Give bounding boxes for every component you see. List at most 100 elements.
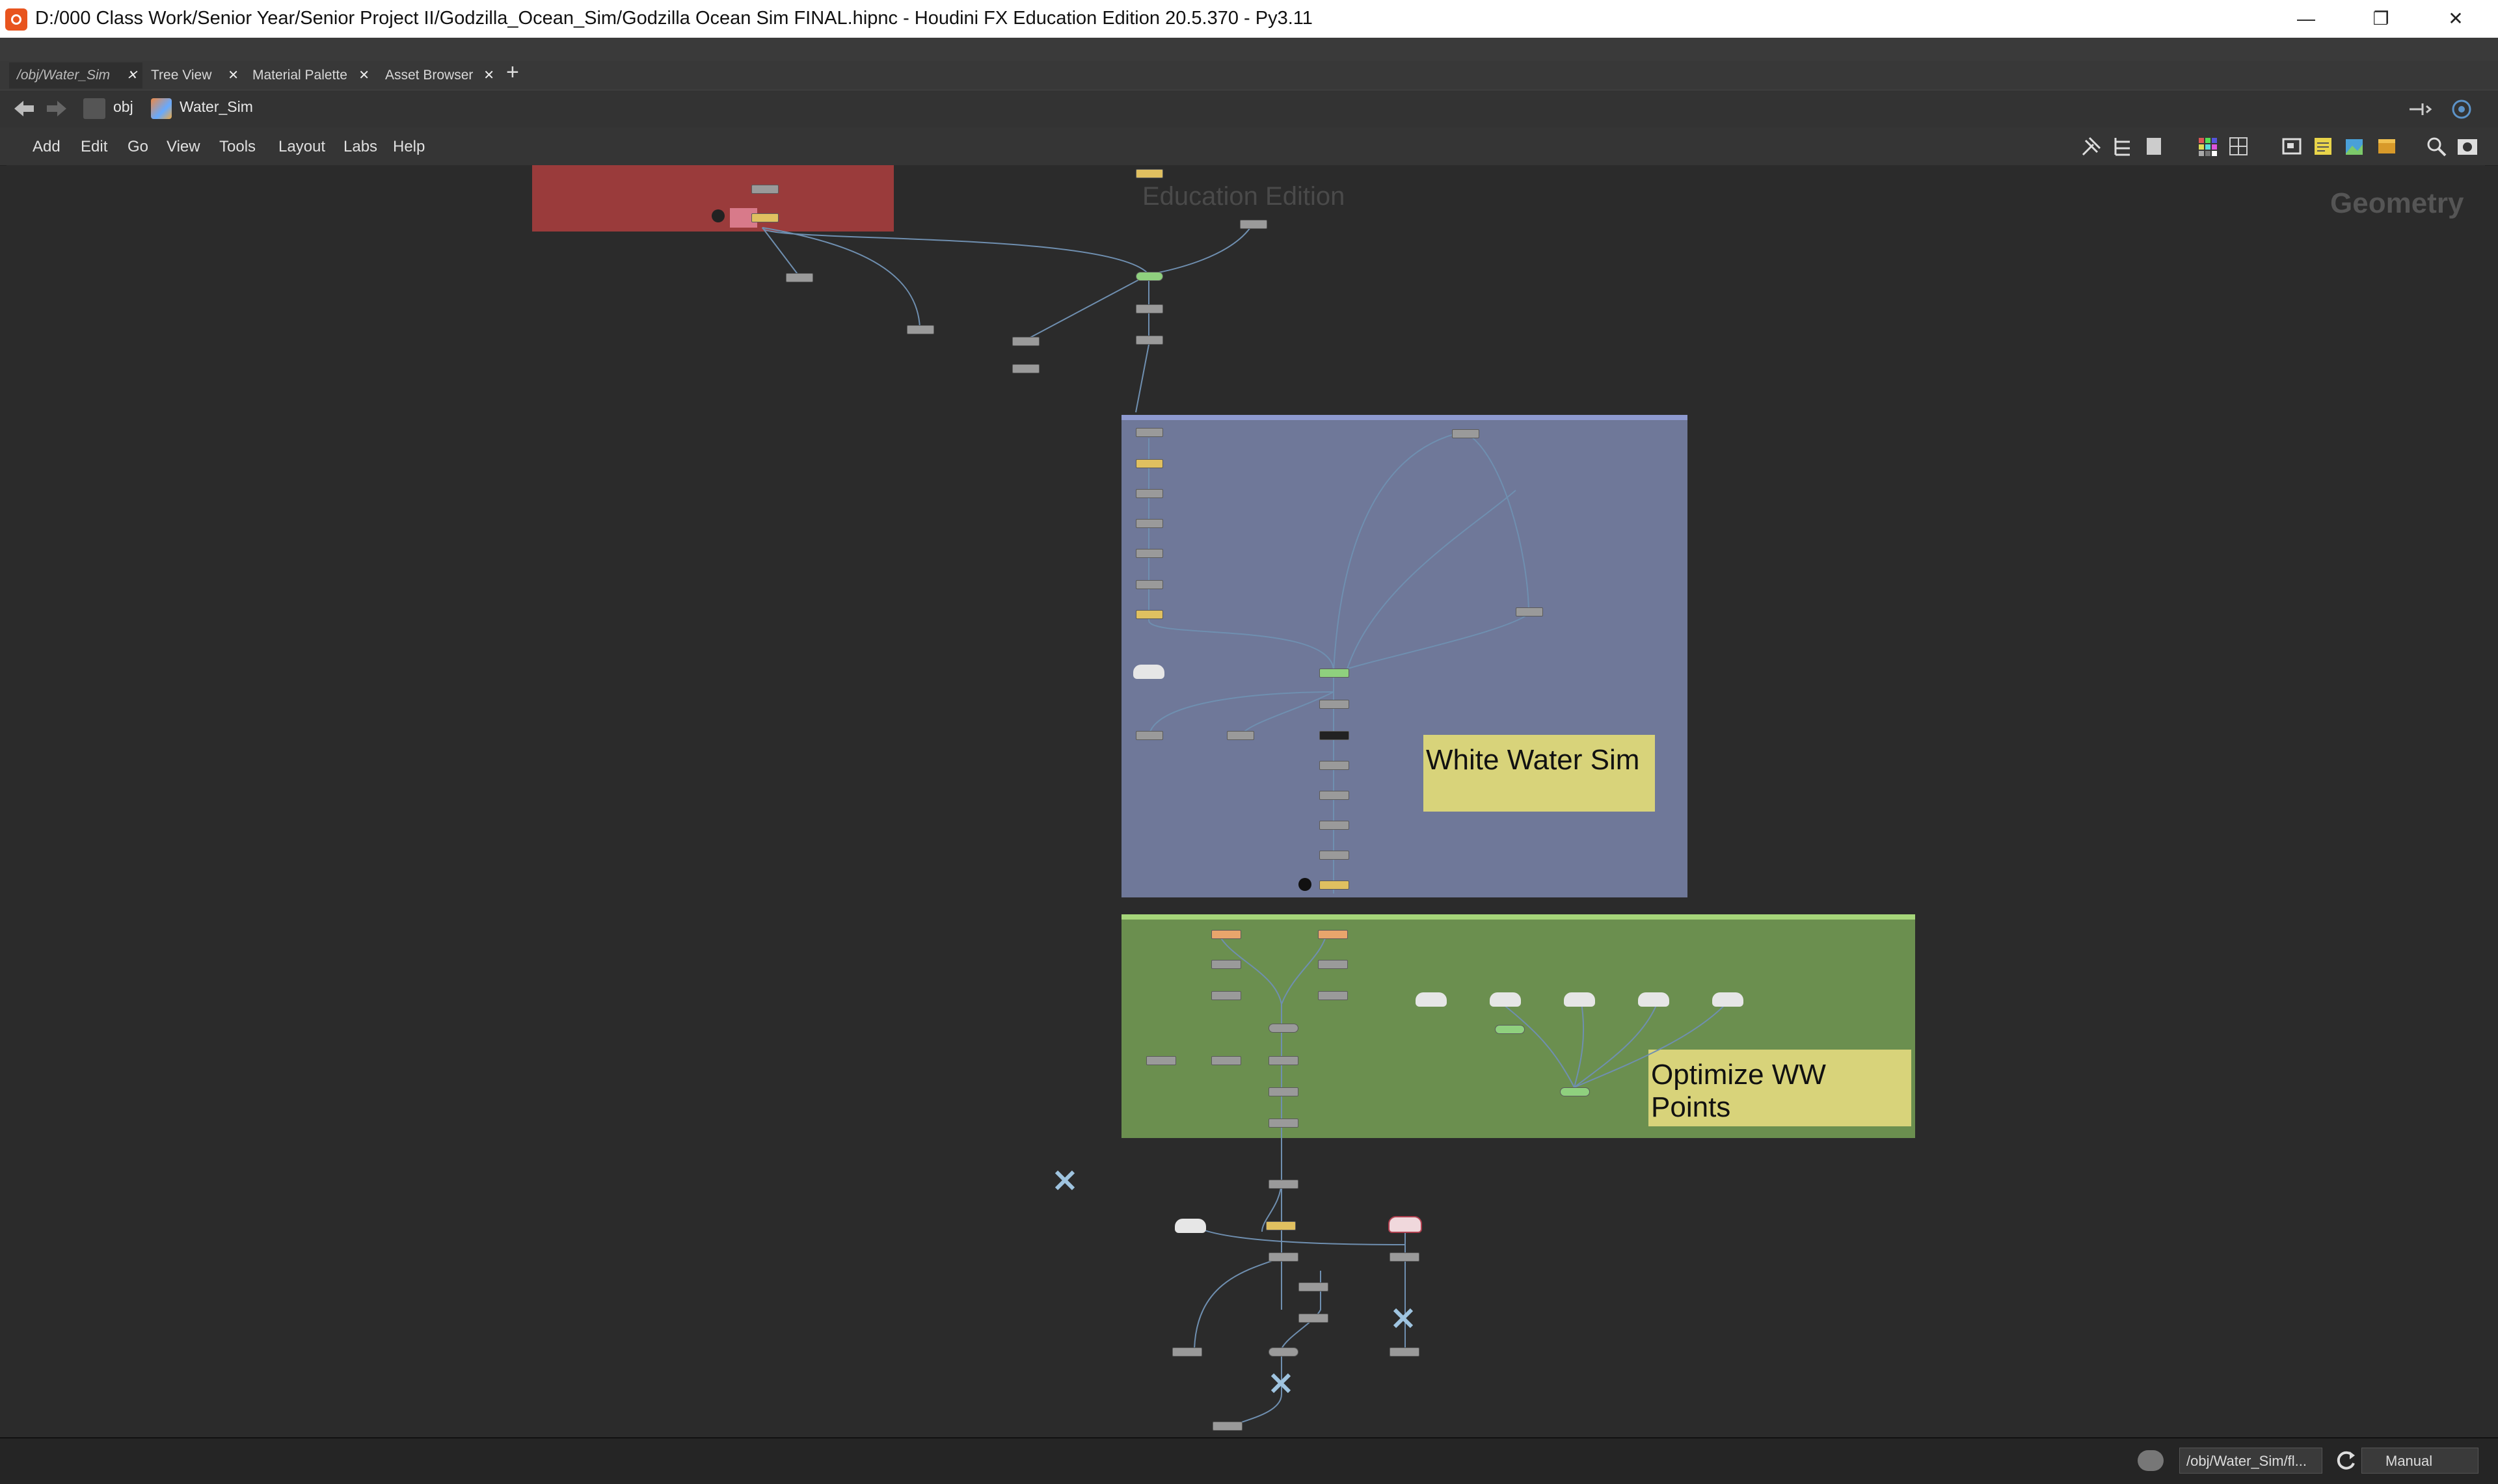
- add-tab-button[interactable]: +: [506, 60, 519, 85]
- network-node[interactable]: [1319, 851, 1349, 860]
- background-image-icon[interactable]: [2343, 135, 2365, 157]
- network-node[interactable]: [1136, 489, 1163, 498]
- network-node[interactable]: [751, 213, 779, 222]
- pin-icon[interactable]: [2407, 99, 2433, 119]
- tab-tree-view[interactable]: Tree View ✕: [143, 62, 244, 88]
- network-node[interactable]: [1319, 881, 1349, 890]
- tree-layout-icon[interactable]: [2112, 135, 2134, 157]
- network-node[interactable]: [1319, 700, 1349, 709]
- network-node[interactable]: [1390, 1347, 1419, 1357]
- maximize-button[interactable]: ❐: [2345, 0, 2417, 38]
- refresh-icon[interactable]: [2334, 1449, 2357, 1472]
- minimize-button[interactable]: —: [2270, 0, 2342, 38]
- tab-asset-browser[interactable]: Asset Browser ✕: [377, 62, 500, 88]
- network-node[interactable]: [1269, 1347, 1298, 1357]
- network-node[interactable]: [1319, 791, 1349, 800]
- network-node[interactable]: [1269, 1024, 1298, 1033]
- shape-palette-icon[interactable]: [2227, 135, 2250, 157]
- network-node[interactable]: [1318, 960, 1348, 969]
- network-node[interactable]: [1318, 991, 1348, 1000]
- network-node[interactable]: [1298, 1282, 1328, 1292]
- network-node[interactable]: [1564, 992, 1595, 1007]
- null-node-icon[interactable]: [1270, 1372, 1292, 1394]
- asset-box-icon[interactable]: [2376, 135, 2398, 157]
- network-node[interactable]: [1319, 731, 1349, 740]
- network-node[interactable]: [1269, 1252, 1298, 1262]
- tab-obj-water-sim[interactable]: /obj/Water_Sim ✕: [9, 62, 142, 88]
- network-node[interactable]: [751, 185, 779, 194]
- network-box-icon[interactable]: [2281, 135, 2303, 157]
- network-node[interactable]: [1146, 1056, 1176, 1065]
- menu-labs[interactable]: Labs: [343, 138, 377, 156]
- network-node[interactable]: [1133, 665, 1164, 679]
- network-node[interactable]: [1136, 519, 1163, 528]
- menu-view[interactable]: View: [167, 138, 200, 156]
- network-node[interactable]: [1136, 459, 1163, 468]
- color-palette-icon[interactable]: [2196, 135, 2218, 157]
- network-node[interactable]: [1211, 960, 1241, 969]
- network-node[interactable]: [1136, 610, 1163, 619]
- sticky-note-icon[interactable]: [2312, 135, 2334, 157]
- network-node[interactable]: [1416, 992, 1447, 1007]
- menu-layout[interactable]: Layout: [278, 138, 325, 156]
- network-node[interactable]: [1136, 549, 1163, 558]
- eye-icon[interactable]: [2456, 135, 2478, 157]
- network-node[interactable]: [1175, 1219, 1206, 1233]
- link-icon[interactable]: [2449, 98, 2475, 120]
- network-node[interactable]: [1490, 992, 1521, 1007]
- network-node[interactable]: [1495, 1025, 1525, 1034]
- network-node[interactable]: [1136, 428, 1163, 437]
- null-node-icon[interactable]: [1392, 1307, 1414, 1329]
- network-node[interactable]: [1136, 580, 1163, 589]
- null-node-icon[interactable]: [1054, 1169, 1076, 1191]
- menu-tools[interactable]: Tools: [219, 138, 256, 156]
- network-node[interactable]: [1319, 821, 1349, 830]
- list-view-icon[interactable]: [2143, 135, 2165, 157]
- menu-add[interactable]: Add: [33, 138, 60, 156]
- back-arrow-icon[interactable]: [13, 99, 35, 118]
- brain-icon[interactable]: [2138, 1450, 2164, 1471]
- network-node[interactable]: [1136, 731, 1163, 740]
- network-node[interactable]: [1712, 992, 1743, 1007]
- network-node[interactable]: [1452, 429, 1479, 438]
- network-editor[interactable]: Education Edition Geometry White Water S…: [7, 165, 2485, 1437]
- network-node[interactable]: [1213, 1422, 1242, 1431]
- network-node[interactable]: [1298, 1314, 1328, 1323]
- network-node[interactable]: [1318, 930, 1348, 939]
- network-node[interactable]: [1136, 304, 1163, 313]
- network-node[interactable]: [1388, 1216, 1422, 1233]
- network-node[interactable]: [1227, 731, 1254, 740]
- network-node[interactable]: [1136, 169, 1163, 178]
- wrench-icon[interactable]: [2080, 135, 2102, 157]
- search-icon[interactable]: [2425, 135, 2447, 157]
- network-node[interactable]: [1269, 1119, 1298, 1128]
- network-node[interactable]: [1211, 991, 1241, 1000]
- status-path-field[interactable]: /obj/Water_Sim/fl...: [2179, 1448, 2322, 1474]
- menu-help[interactable]: Help: [393, 138, 425, 156]
- network-node[interactable]: [1136, 272, 1163, 281]
- network-node[interactable]: [1319, 669, 1349, 678]
- path-current[interactable]: Water_Sim: [180, 98, 253, 116]
- forward-arrow-icon[interactable]: [46, 99, 68, 118]
- cook-mode-select[interactable]: Manual: [2361, 1448, 2478, 1474]
- network-node[interactable]: [907, 325, 934, 334]
- network-node[interactable]: [1266, 1221, 1296, 1230]
- network-node[interactable]: [1012, 364, 1040, 373]
- menu-edit[interactable]: Edit: [81, 138, 107, 156]
- network-node[interactable]: [1172, 1347, 1202, 1357]
- network-node[interactable]: [1269, 1087, 1298, 1096]
- network-node[interactable]: [1012, 337, 1040, 346]
- close-icon[interactable]: ✕: [358, 62, 369, 88]
- menu-go[interactable]: Go: [128, 138, 148, 156]
- network-node[interactable]: [1240, 220, 1267, 229]
- network-node[interactable]: [1269, 1056, 1298, 1065]
- path-root[interactable]: obj: [113, 98, 133, 116]
- close-window-button[interactable]: ✕: [2420, 0, 2491, 38]
- network-node[interactable]: [1390, 1252, 1419, 1262]
- network-node[interactable]: [1560, 1087, 1590, 1096]
- tab-material-palette[interactable]: Material Palette ✕: [245, 62, 375, 88]
- network-node[interactable]: [1211, 1056, 1241, 1065]
- network-node[interactable]: [1516, 607, 1543, 616]
- network-node[interactable]: [1638, 992, 1669, 1007]
- network-node[interactable]: [1211, 930, 1241, 939]
